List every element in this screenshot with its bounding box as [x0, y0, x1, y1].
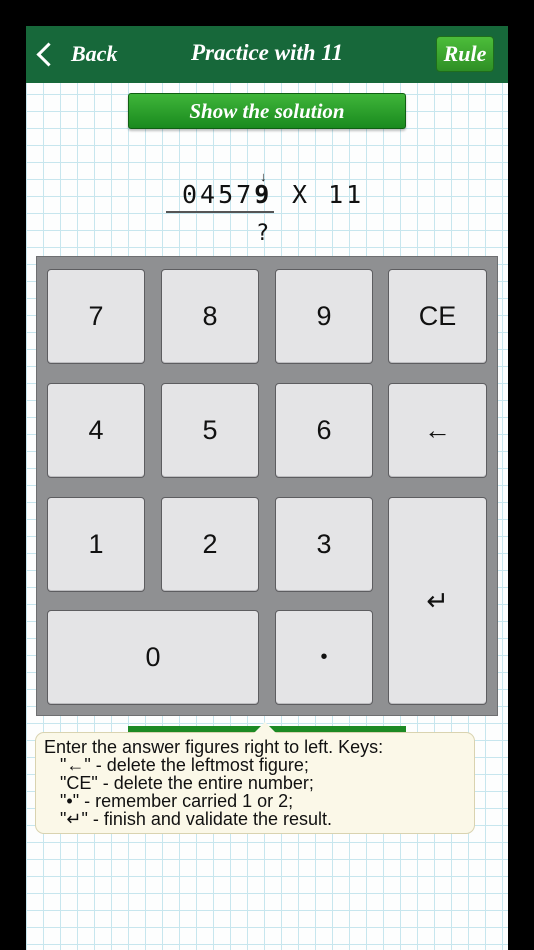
show-solution-button[interactable]: Show the solution — [128, 93, 406, 129]
key-backspace[interactable]: ← — [388, 383, 487, 478]
tooltip-line: "↵" - finish and validate the result. — [60, 809, 332, 829]
key-5[interactable]: 5 — [161, 383, 259, 478]
problem-display: ↓ 04579 X 11 ? — [166, 169, 386, 256]
answer-field: ? — [256, 221, 270, 246]
multiplicand: 04579 — [182, 180, 272, 209]
multiplicand-prefix: 0457 — [182, 180, 255, 209]
key-2[interactable]: 2 — [161, 497, 259, 592]
back-label: Back — [71, 41, 118, 66]
key-8[interactable]: 8 — [161, 269, 259, 364]
top-bar: Back Practice with 11 Rule — [26, 26, 508, 83]
key-6[interactable]: 6 — [275, 383, 373, 478]
key-clear-entry[interactable]: CE — [388, 269, 487, 364]
active-digit: 9 — [254, 180, 273, 209]
key-3[interactable]: 3 — [275, 497, 373, 592]
tooltip-line: Enter the answer figures right to left. … — [44, 737, 384, 757]
key-7[interactable]: 7 — [47, 269, 145, 364]
rule-button[interactable]: Rule — [436, 36, 494, 72]
key-carry-dot[interactable]: • — [275, 610, 373, 705]
tooltip-line: "CE" - delete the entire number; — [60, 773, 314, 793]
key-4[interactable]: 4 — [47, 383, 145, 478]
tooltip-line: "•" - remember carried 1 or 2; — [60, 791, 294, 811]
multiplier: X 11 — [292, 180, 365, 209]
result-line — [166, 211, 274, 213]
tooltip-line: "←" - delete the leftmost figure; — [60, 755, 309, 775]
chevron-left-icon — [36, 41, 61, 67]
key-enter[interactable]: ↵ — [388, 497, 487, 705]
app-screen: Back Practice with 11 Rule Show the solu… — [26, 26, 508, 950]
keypad: 7 8 9 CE 4 5 6 ← 1 2 3 ↵ 0 • — [36, 256, 498, 716]
key-9[interactable]: 9 — [275, 269, 373, 364]
help-tooltip: Enter the answer figures right to left. … — [35, 722, 475, 834]
tooltip-tail — [254, 722, 276, 733]
key-0[interactable]: 0 — [47, 610, 259, 705]
key-1[interactable]: 1 — [47, 497, 145, 592]
page-title: Practice with 11 — [190, 40, 344, 65]
back-button[interactable]: Back — [32, 36, 117, 72]
